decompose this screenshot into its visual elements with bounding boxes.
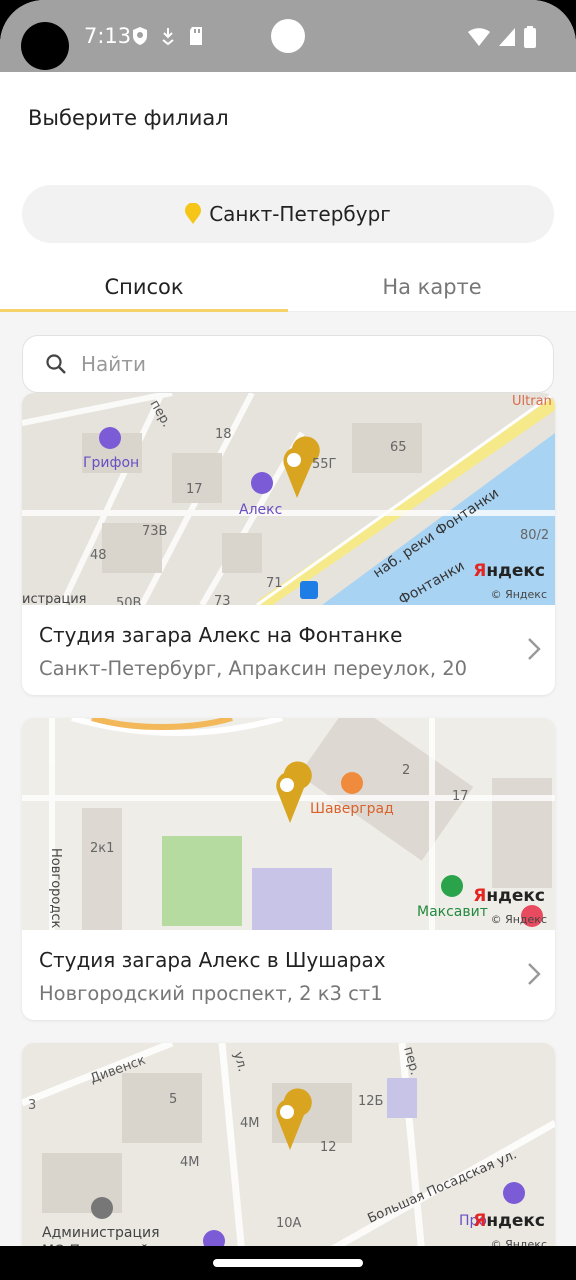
map-number: 17 (186, 482, 203, 497)
branch-map-preview: Дивенск ул. пер. Большая Посадская ул. А… (22, 1043, 555, 1255)
yandex-logo: Яндекс (473, 561, 545, 581)
map-street-label: Новгородск (48, 848, 63, 929)
map-number: 55Г (312, 457, 337, 472)
city-label: Санкт-Петербург (209, 202, 391, 226)
map-poi-label: Администрация (42, 1225, 160, 1241)
branch-info: Студия загара Алекс на Фонтанке Санкт-Пе… (22, 605, 555, 695)
branch-info: Студия загара Алекс в Шушарах Новгородск… (22, 930, 555, 1020)
branch-address: Санкт-Петербург, Апраксин переулок, 20 (39, 657, 468, 680)
map-number: 4М (240, 1116, 260, 1131)
camera-dot (271, 19, 305, 53)
branch-card[interactable]: Дивенск ул. пер. Большая Посадская ул. А… (22, 1043, 555, 1255)
camera-cutout (21, 22, 69, 70)
map-number: 12 (320, 1140, 337, 1155)
map-number: 80/2 (520, 528, 549, 543)
map-number: 5 (169, 1092, 177, 1107)
branch-name: Студия загара Алекс на Фонтанке (39, 623, 403, 647)
sd-card-icon (190, 27, 202, 45)
map-street-label: Дивенск (88, 1053, 148, 1087)
map-number: 50В (116, 596, 141, 605)
map-number: 12Б (358, 1094, 383, 1109)
yandex-logo: Яндекс (473, 1211, 545, 1231)
map-number: 17 (452, 789, 469, 804)
signal-icon (499, 28, 515, 46)
map-number: 48 (90, 548, 107, 563)
city-selector[interactable]: Санкт-Петербург (22, 185, 554, 243)
branch-card[interactable]: Шаверград Максавит Новгородск 2к1 2 17 Я… (22, 718, 555, 1020)
branch-card[interactable]: Грифон Алекс наб. реки Фонтанки Фонтанки… (22, 393, 555, 695)
map-number: 73В (142, 524, 167, 539)
map-poi-label: Алекс (239, 502, 282, 518)
map-number: 2 (402, 763, 410, 778)
branch-name: Студия загара Алекс в Шушарах (39, 948, 386, 972)
map-number: 65 (390, 440, 407, 455)
shield-icon (133, 27, 147, 45)
map-street-label: Фонтанки (396, 558, 467, 605)
map-number: 73 (214, 594, 231, 605)
navigation-bar (0, 1246, 576, 1280)
branch-map-preview: Шаверград Максавит Новгородск 2к1 2 17 Я… (22, 718, 555, 930)
location-pin-icon (185, 203, 202, 224)
header: Выберите филиал Санкт-Петербург Список Н… (0, 72, 576, 312)
yandex-logo: Яндекс (473, 886, 545, 906)
search-box[interactable] (22, 335, 554, 393)
status-icons-left (132, 26, 204, 46)
map-number: 10А (276, 1216, 302, 1231)
branch-address: Новгородский проспект, 2 к3 ст1 (39, 982, 383, 1005)
status-bar: 7:13 (0, 0, 576, 72)
map-number: 3 (28, 1098, 36, 1113)
search-input[interactable] (81, 352, 501, 376)
tab-bar: Список На карте (0, 262, 576, 312)
map-poi-label: Шаверград (310, 801, 394, 817)
search-icon (46, 354, 66, 374)
branch-map-preview: Грифон Алекс наб. реки Фонтанки Фонтанки… (22, 393, 555, 605)
map-street-label: пер. (400, 1045, 422, 1077)
map-poi-label: Грифон (83, 455, 139, 471)
tab-map[interactable]: На карте (288, 262, 576, 311)
map-poi-label: истрация (22, 592, 87, 605)
wifi-icon (468, 28, 490, 46)
chevron-right-icon (528, 638, 541, 660)
map-number: 2к1 (90, 841, 114, 856)
map-street-label: пер. (147, 398, 174, 431)
battery-icon (524, 26, 536, 48)
map-number: 18 (215, 427, 232, 442)
map-street-label: ул. (230, 1050, 250, 1073)
yandex-copyright: © Яндекс (490, 913, 547, 926)
map-number: 4М (180, 1155, 200, 1170)
map-poi-label: Максавит (417, 904, 488, 920)
map-poi-label: Ultran (512, 394, 552, 409)
app-screen: 7:13 Выберите филиал Санкт-Петербург Спи… (0, 0, 576, 1280)
status-icons-right (468, 26, 536, 48)
status-time: 7:13 (84, 24, 132, 48)
tab-list[interactable]: Список (0, 262, 288, 312)
chevron-right-icon (528, 963, 541, 985)
home-handle[interactable] (213, 1259, 363, 1267)
yandex-copyright: © Яндекс (490, 588, 547, 601)
download-icon (162, 28, 174, 46)
map-number: 71 (266, 576, 283, 591)
page-title: Выберите филиал (28, 106, 229, 130)
